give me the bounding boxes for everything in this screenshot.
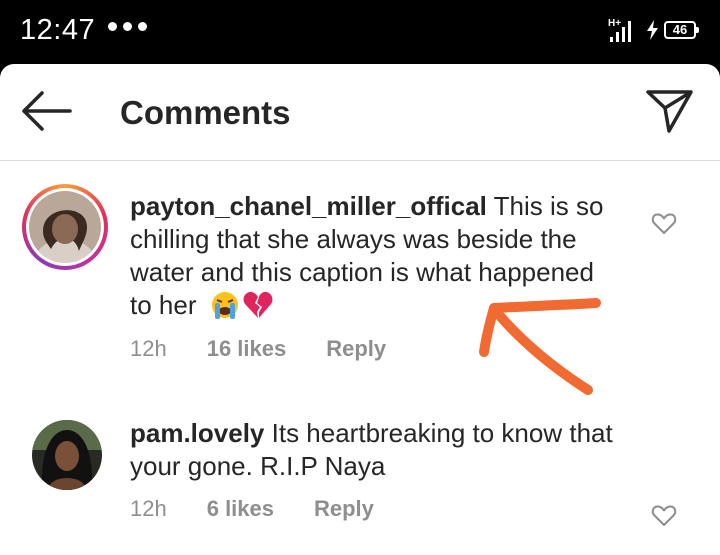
- comment-item: pam.lovely Its heartbreaking to know tha…: [0, 380, 720, 555]
- loudly-crying-face-icon: [211, 292, 238, 319]
- comment-meta: 12h 16 likes Reply: [130, 336, 426, 362]
- signal-icon: H+: [608, 18, 631, 42]
- comment-item: payton_chanel_miller_offical This is so …: [0, 160, 720, 380]
- comment-likes[interactable]: 16 likes: [207, 336, 287, 362]
- reply-button[interactable]: Reply: [314, 496, 374, 522]
- comment-likes[interactable]: 6 likes: [207, 496, 274, 522]
- notification-dots-icon: [108, 22, 147, 31]
- avatar-story-ring[interactable]: [22, 184, 108, 270]
- comment-meta: 12h 6 likes Reply: [130, 496, 414, 522]
- comment-username[interactable]: pam.lovely: [130, 418, 264, 448]
- status-bar: 12:47 H+ 46: [0, 0, 720, 64]
- page-title: Comments: [120, 94, 291, 131]
- paper-plane-icon[interactable]: [645, 88, 695, 134]
- charging-icon: [647, 20, 658, 40]
- broken-heart-icon: [243, 291, 273, 318]
- avatar[interactable]: [32, 420, 102, 490]
- heart-icon[interactable]: [651, 212, 677, 236]
- avatar[interactable]: [29, 191, 101, 263]
- status-time: 12:47: [20, 14, 96, 46]
- comment-time: 12h: [130, 336, 167, 361]
- network-type-label: H+: [608, 18, 621, 29]
- battery-icon: 46: [664, 21, 699, 39]
- arrow-left-icon[interactable]: [20, 90, 72, 132]
- header: Comments: [0, 64, 720, 161]
- comments-screen: Comments payton_chanel_miller_offical Th…: [0, 64, 720, 555]
- comment-text: payton_chanel_miller_offical This is so …: [130, 190, 620, 322]
- reply-button[interactable]: Reply: [326, 336, 386, 362]
- comment-time: 12h: [130, 496, 167, 521]
- heart-icon[interactable]: [651, 504, 677, 528]
- comment-text: pam.lovely Its heartbreaking to know tha…: [130, 417, 620, 483]
- comment-username[interactable]: payton_chanel_miller_offical: [130, 191, 487, 221]
